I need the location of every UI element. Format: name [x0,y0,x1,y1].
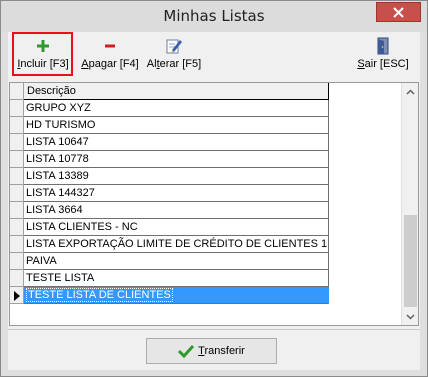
title-bar: Minhas Listas [1,1,427,32]
descricao-text: TESTE LISTA DE CLIENTES [26,288,173,302]
chevron-up-icon [406,88,415,95]
table-row[interactable]: TESTE LISTA DE CLIENTES [10,287,402,304]
toolbar: Incluir [F3] Apagar [F4] Alterar [F5] Sa… [8,32,420,80]
chevron-down-icon [406,313,415,320]
incluir-label: ncluir [F3] [20,58,69,70]
descricao-cell[interactable]: TESTE LISTA [24,270,329,287]
row-indicator-cell[interactable] [10,270,24,287]
row-indicator-cell[interactable] [10,151,24,168]
table-row[interactable]: LISTA 10778 [10,151,402,168]
descricao-text: LISTA 13389 [26,170,89,182]
descricao-text: GRUPO XYZ [26,102,91,114]
lists-grid: Descrição GRUPO XYZ HD TURISMO LISTA 10647… [9,82,419,326]
descricao-cell[interactable]: TESTE LISTA DE CLIENTES [24,287,329,304]
alterar-button[interactable]: Alterar [F5] [146,34,202,76]
table-row[interactable]: HD TURISMO [10,117,402,134]
scroll-down-button[interactable] [402,308,419,325]
vertical-scrollbar[interactable] [401,83,418,325]
descricao-text: LISTA 10647 [26,136,89,148]
close-button[interactable] [376,2,421,22]
plus-icon [33,37,53,55]
scroll-up-button[interactable] [402,83,419,100]
descricao-cell[interactable]: LISTA CLIENTES - NC [24,219,329,236]
row-indicator-cell[interactable] [10,134,24,151]
edit-icon [164,37,184,55]
descricao-cell[interactable]: LISTA 144327 [24,185,329,202]
table-row[interactable]: GRUPO XYZ [10,100,402,117]
descricao-text: LISTA EXPORTAÇÃO LIMITE DE CRÉDITO DE CL… [26,238,328,250]
window-title: Minhas Listas [163,7,265,25]
table-row[interactable]: LISTA 3664 [10,202,402,219]
descricao-cell[interactable]: LISTA 10778 [24,151,329,168]
descricao-text: LISTA 3664 [26,204,83,216]
apagar-label: pagar [F4] [88,58,139,70]
row-indicator-cell[interactable] [10,168,24,185]
table-row[interactable]: LISTA CLIENTES - NC [10,219,402,236]
table-row[interactable]: LISTA 144327 [10,185,402,202]
row-indicator-cell[interactable] [10,219,24,236]
sair-label: air [ESC] [364,58,409,70]
descricao-cell[interactable]: GRUPO XYZ [24,100,329,117]
descricao-cell[interactable]: HD TURISMO [24,117,329,134]
table-row[interactable]: TESTE LISTA [10,270,402,287]
scroll-thumb[interactable] [404,215,417,307]
descricao-text: LISTA 10778 [26,153,89,165]
grid-header-row: Descrição [10,83,402,100]
transferir-button[interactable]: Transferir [146,338,277,364]
row-indicator-cell[interactable] [10,185,24,202]
row-indicator-cell[interactable] [10,100,24,117]
row-indicator-cell[interactable] [10,117,24,134]
row-indicator-cell[interactable] [10,253,24,270]
client-area: Incluir [F3] Apagar [F4] Alterar [F5] Sa… [8,32,420,370]
descricao-text: HD TURISMO [26,119,96,131]
alterar-label-start: Al [146,58,157,70]
close-icon [393,6,404,18]
minus-icon [100,37,120,55]
descricao-cell[interactable]: LISTA 10647 [24,134,329,151]
descricao-cell[interactable]: LISTA EXPORTAÇÃO LIMITE DE CRÉDITO DE CL… [24,236,329,253]
exit-door-icon [373,37,393,55]
table-row[interactable]: LISTA 13389 [10,168,402,185]
transferir-label: ransferir [204,345,245,357]
grid-body: Descrição GRUPO XYZ HD TURISMO LISTA 10647… [10,83,402,325]
descricao-cell[interactable]: LISTA 3664 [24,202,329,219]
descricao-text: TESTE LISTA [26,272,95,284]
descricao-cell[interactable]: PAIVA [24,253,329,270]
row-indicator-cell[interactable] [10,287,24,304]
row-indicator-cell[interactable] [10,236,24,253]
descricao-text: PAIVA [26,255,57,267]
checkmark-icon [178,344,195,358]
table-row[interactable]: LISTA 10647 [10,134,402,151]
table-row[interactable]: LISTA EXPORTAÇÃO LIMITE DE CRÉDITO DE CL… [10,236,402,253]
header-indicator-cell [10,83,24,100]
sair-mnemonic: S [357,58,365,70]
minhas-listas-window: Minhas Listas Incluir [F3] Apagar [F4] A… [0,0,428,377]
column-header-descricao[interactable]: Descrição [24,83,329,100]
descricao-text: LISTA 144327 [26,187,95,199]
sair-button[interactable]: Sair [ESC] [355,34,411,76]
footer-separator [8,329,420,330]
table-row[interactable]: PAIVA [10,253,402,270]
descricao-cell[interactable]: LISTA 13389 [24,168,329,185]
current-row-arrow-icon [14,291,20,301]
apagar-mnemonic: A [81,58,89,70]
incluir-button[interactable]: Incluir [F3] [16,34,70,76]
descricao-text: LISTA CLIENTES - NC [26,221,138,233]
apagar-button[interactable]: Apagar [F4] [79,34,141,76]
alterar-label: erar [F5] [159,58,202,70]
row-indicator-cell[interactable] [10,202,24,219]
